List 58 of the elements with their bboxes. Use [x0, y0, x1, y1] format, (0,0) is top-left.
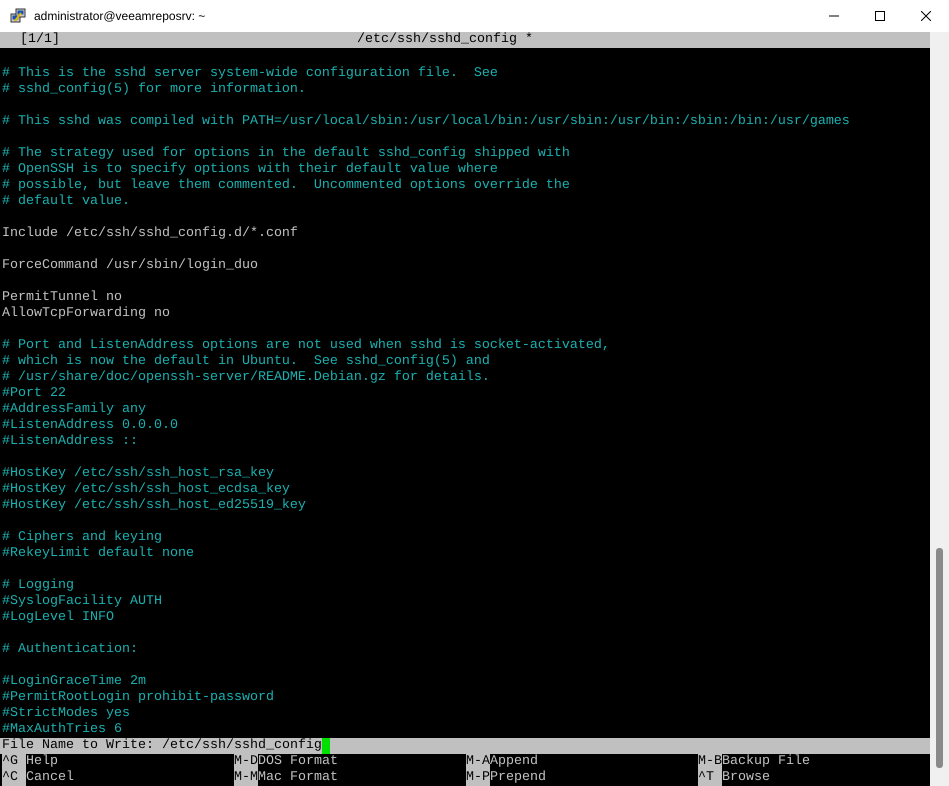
config-line: PermitTunnel no: [2, 290, 122, 305]
file-name: /etc/ssh/sshd_config *: [357, 32, 533, 47]
buffer-position: [1/1]: [20, 32, 60, 48]
comment-line: # /usr/share/doc/openssh-server/README.Debian.gz for details.: [2, 370, 490, 385]
shortcut-label: Help: [26, 754, 58, 770]
shortcut-key[interactable]: M-D: [234, 754, 258, 770]
shortcut-label: Prepend: [490, 770, 546, 786]
shortcut-label: Browse: [722, 770, 770, 786]
comment-line: #LogLevel INFO: [2, 610, 114, 625]
shortcut-key[interactable]: ^G: [2, 754, 26, 770]
comment-line: # This is the sshd server system-wide configuration file. See: [2, 66, 498, 81]
comment-line: #LoginGraceTime 2m: [2, 674, 146, 689]
config-line: Include /etc/ssh/sshd_config.d/*.conf: [2, 226, 298, 241]
comment-line: #HostKey /etc/ssh/ssh_host_rsa_key: [2, 466, 274, 481]
comment-line: #RekeyLimit default none: [2, 546, 194, 561]
shortcut-key[interactable]: ^T: [698, 770, 722, 786]
comment-line: #AddressFamily any: [2, 402, 146, 417]
terminal-app-icon: [10, 8, 26, 24]
comment-line: # Ciphers and keying: [2, 530, 162, 545]
comment-line: #MaxAuthTries 6: [2, 722, 122, 737]
comment-line: # This sshd was compiled with PATH=/usr/local/sbin:/usr/local/bin:/usr/sbin:/usr/bin:/sbin:/bin:/usr/games: [2, 114, 850, 129]
comment-line: #HostKey /etc/ssh/ssh_host_ecdsa_key: [2, 482, 290, 497]
shortcut-label: DOS Format: [258, 754, 338, 770]
maximize-icon: [875, 11, 885, 21]
text-cursor: [322, 738, 330, 754]
comment-line: # Port and ListenAddress options are not used when sshd is socket-activated,: [2, 338, 610, 353]
comment-line: # default value.: [2, 194, 130, 209]
config-line: AllowTcpForwarding no: [2, 306, 170, 321]
shortcut-key[interactable]: ^C: [2, 770, 26, 786]
comment-line: # Authentication:: [2, 642, 138, 657]
shortcut-key[interactable]: M-M: [234, 770, 258, 786]
comment-line: #StrictModes yes: [2, 706, 130, 721]
scrollbar[interactable]: [930, 32, 949, 786]
comment-line: # OpenSSH is to specify options with their default value where: [2, 162, 498, 177]
scrollbar-thumb[interactable]: [936, 548, 943, 768]
comment-line: # The strategy used for options in the default sshd_config shipped with: [2, 146, 570, 161]
config-line: ForceCommand /usr/sbin/login_duo: [2, 258, 258, 273]
comment-line: #SyslogFacility AUTH: [2, 594, 162, 609]
shortcut-label: Cancel: [26, 770, 74, 786]
comment-line: #Port 22: [2, 386, 66, 401]
comment-line: #ListenAddress ::: [2, 434, 138, 449]
shortcut-key[interactable]: M-B: [698, 754, 722, 770]
window-title: administrator@veeamreposrv: ~: [34, 9, 206, 23]
shortcut-label: Mac Format: [258, 770, 338, 786]
comment-line: # Logging: [2, 578, 74, 593]
comment-line: # possible, but leave them commented. Uncommented options override the: [2, 178, 570, 193]
comment-line: # sshd_config(5) for more information.: [2, 82, 306, 97]
comment-line: # which is now the default in Ubuntu. See sshd_config(5) and: [2, 354, 490, 369]
comment-line: #ListenAddress 0.0.0.0: [2, 418, 178, 433]
shortcut-key[interactable]: M-P: [466, 770, 490, 786]
close-icon: [921, 11, 931, 21]
filename-field[interactable]: /etc/ssh/sshd_config: [162, 738, 322, 754]
comment-line: #PermitRootLogin prohibit-password: [2, 690, 274, 705]
shortcut-label: Backup File: [722, 754, 810, 770]
shortcut-label: Append: [490, 754, 538, 770]
prompt-label: File Name to Write:: [2, 738, 155, 754]
comment-line: #HostKey /etc/ssh/ssh_host_ed25519_key: [2, 498, 306, 513]
shortcut-key[interactable]: M-A: [466, 754, 490, 770]
